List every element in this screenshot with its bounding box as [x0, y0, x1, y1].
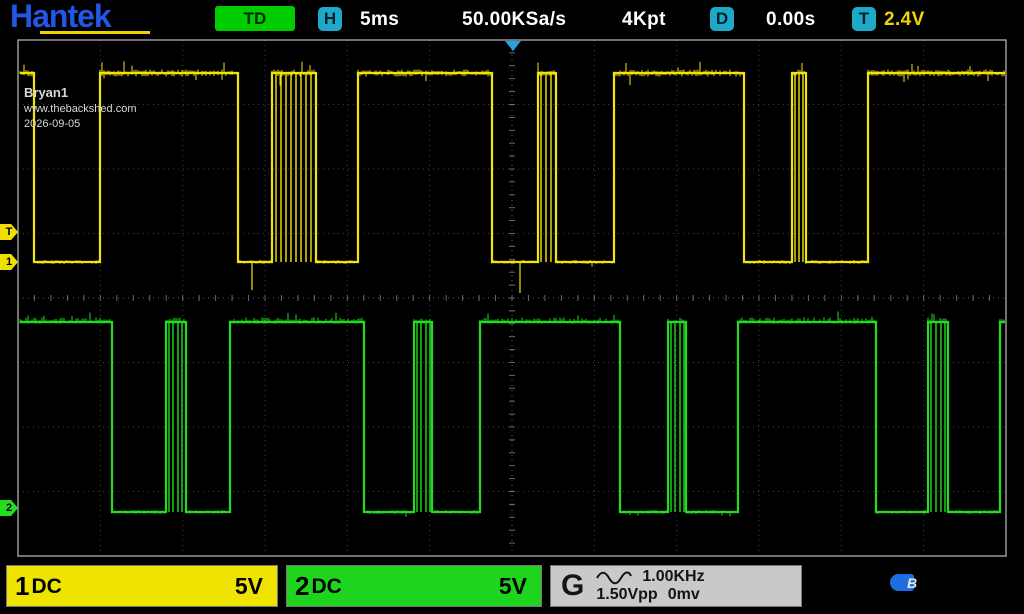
channel2-status-box[interactable]: 2 DC 5V [286, 565, 542, 607]
trigger-position-marker-icon[interactable] [505, 41, 521, 51]
oscilloscope-screen: Hantek TD H 5ms 50.00KSa/s 4Kpt D 0.00s … [0, 0, 1024, 614]
trigger-status-badge: TD [215, 6, 295, 31]
horizontal-delay-readout: 0.00s [766, 9, 816, 31]
channel1-status-box[interactable]: 1 DC 5V [6, 565, 278, 607]
watermark-date: 2026-09-05 [24, 117, 137, 132]
battery-label: B [907, 575, 917, 591]
channel2-number: 2 [295, 571, 309, 602]
trigger-badge: T [852, 7, 876, 31]
sine-wave-icon [596, 571, 632, 585]
generator-frequency: 1.00KHz [642, 568, 704, 586]
timebase-readout: 5ms [360, 9, 399, 31]
channel1-number: 1 [15, 571, 29, 602]
battery-indicator: B [890, 574, 917, 591]
horizontal-badge: H [318, 7, 342, 31]
header-bar: Hantek TD H 5ms 50.00KSa/s 4Kpt D 0.00s … [0, 0, 1024, 38]
generator-status-box[interactable]: G 1.00KHz 1.50Vpp 0mv [550, 565, 802, 607]
generator-amplitude: 1.50Vpp [596, 586, 657, 604]
generator-readouts: 1.00KHz 1.50Vpp 0mv [596, 568, 704, 604]
hantek-logo: Hantek [10, 0, 111, 35]
channel2-coupling: DC [311, 575, 341, 599]
delay-badge: D [710, 7, 734, 31]
graticule-waveform-canvas [0, 0, 1024, 614]
generator-label: G [561, 569, 584, 603]
footer-bar: 1 DC 5V 2 DC 5V G 1.00KHz 1.50Vpp 0mv [0, 560, 1024, 614]
generator-offset: 0mv [668, 586, 700, 604]
watermark-name: Bryan1 [24, 84, 137, 102]
logo-underline-accent [40, 31, 150, 34]
memory-depth-readout: 4Kpt [622, 9, 666, 31]
user-watermark: Bryan1 www.thebackshed.com 2026-09-05 [24, 84, 137, 132]
trigger-level-readout: 2.4V [884, 9, 925, 31]
watermark-url: www.thebackshed.com [24, 102, 137, 117]
sample-rate-readout: 50.00KSa/s [462, 9, 566, 31]
channel1-scale: 5V [235, 573, 263, 600]
channel2-scale: 5V [499, 573, 527, 600]
channel1-coupling: DC [31, 575, 61, 599]
